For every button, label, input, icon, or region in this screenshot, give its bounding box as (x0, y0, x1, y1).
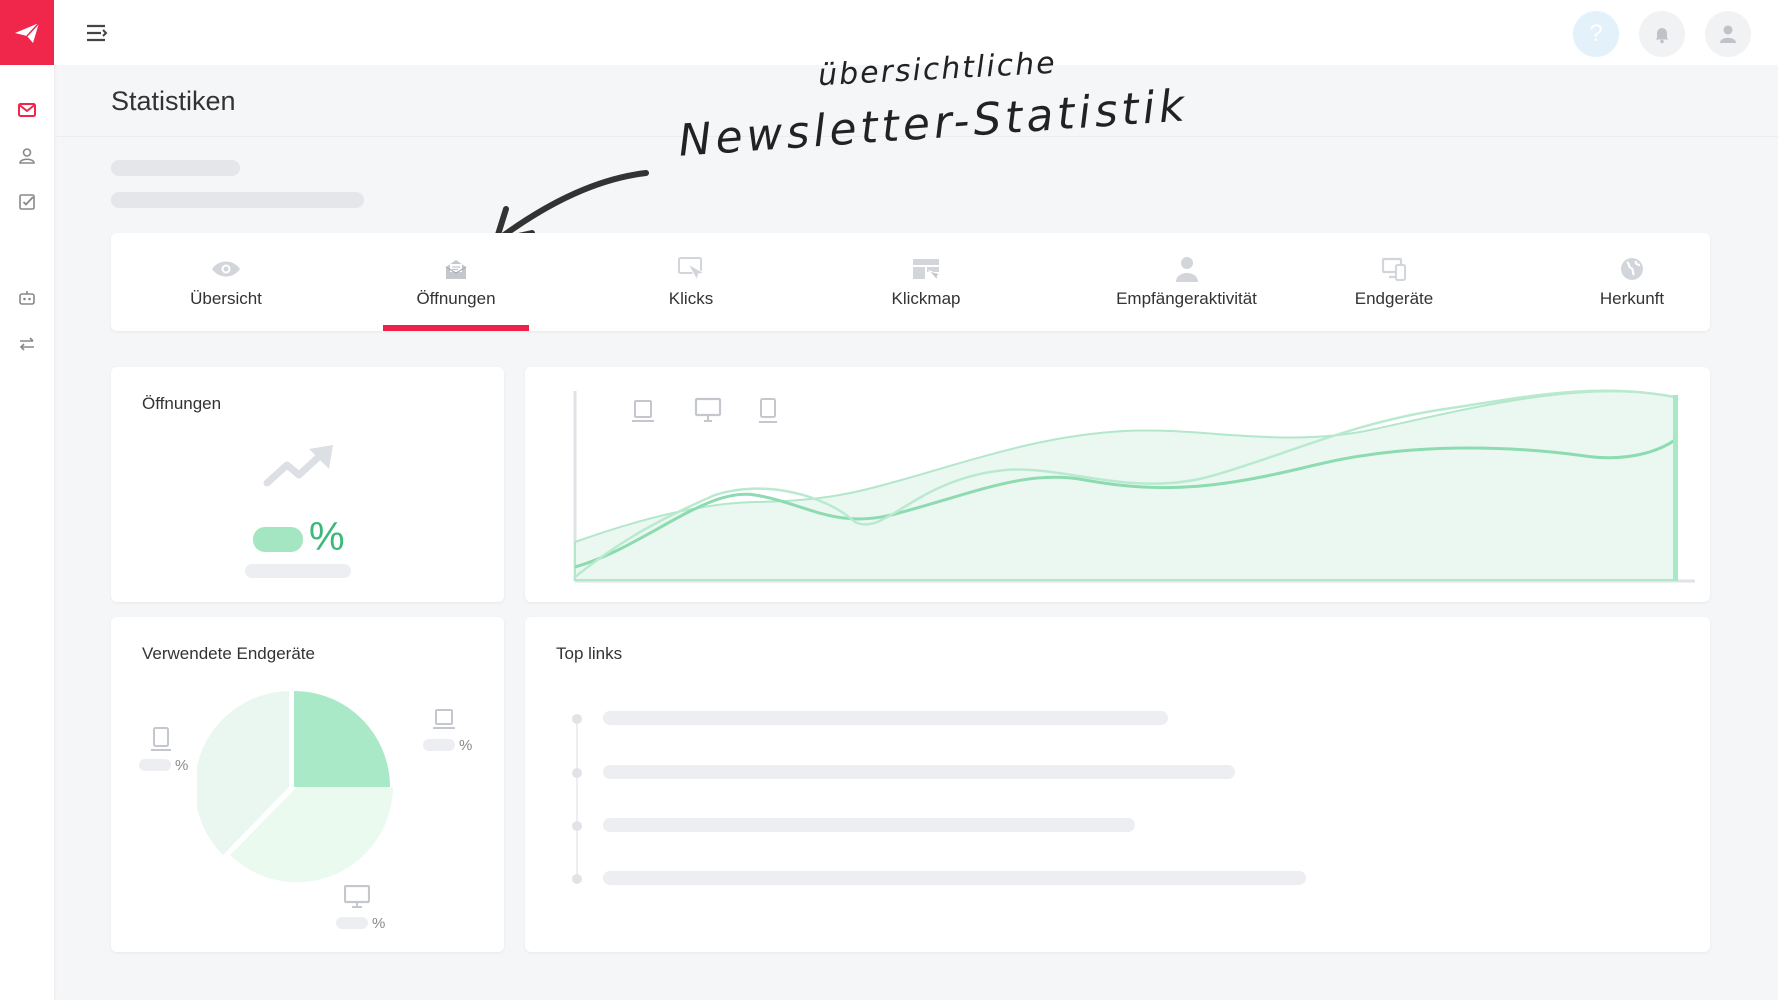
tab-label: Übersicht (190, 289, 262, 308)
sidebar-item-tasks[interactable] (0, 179, 54, 225)
tab-empfaengeraktivitaet[interactable]: Empfängeraktivität (1084, 233, 1289, 331)
account-button[interactable] (1705, 11, 1751, 57)
link-row-placeholder[interactable] (603, 871, 1306, 885)
device-percent-symbol: % (372, 915, 386, 932)
skeleton-line (111, 160, 240, 176)
tab-uebersicht[interactable]: Übersicht (166, 233, 286, 331)
tab-herkunft[interactable]: Herkunft (1582, 233, 1682, 331)
user-icon (19, 148, 35, 164)
openings-card: Öffnungen % (111, 367, 504, 602)
devices-card: Verwendete Endgeräte % % % (111, 617, 504, 952)
legend-desktop-icon (694, 397, 722, 422)
device-percent-placeholder (423, 739, 455, 751)
help-question-mark: ? (1589, 20, 1603, 47)
hamburger-menu-icon (87, 24, 108, 42)
help-button[interactable]: ? (1573, 11, 1619, 57)
openings-area-chart (573, 389, 1695, 583)
annotation-line-2: Newsletter-Statistik (676, 80, 1190, 167)
card-title: Top links (556, 644, 623, 663)
tab-label: Herkunft (1599, 289, 1665, 308)
devices-pie-chart (197, 691, 393, 883)
sidebar-item-mail[interactable] (0, 87, 54, 133)
tab-label: Öffnungen (416, 289, 496, 308)
percent-value-placeholder (253, 527, 303, 552)
skeleton-line (245, 564, 351, 578)
clickmap-icon (913, 259, 940, 281)
tab-label: Endgeräte (1354, 289, 1434, 308)
mobile-device-icon (151, 727, 171, 751)
legend-tablet-icon (632, 400, 654, 422)
person-icon (1175, 257, 1198, 282)
top-links-card: Top links (525, 617, 1710, 952)
mail-icon (18, 103, 36, 117)
open-mail-icon (445, 260, 467, 279)
tab-label: Klickmap (891, 289, 961, 308)
robot-icon (19, 291, 35, 305)
notifications-button[interactable] (1639, 11, 1685, 57)
app-logo[interactable] (0, 0, 54, 65)
device-percent-symbol: % (175, 757, 189, 774)
chart-vertical-marker (1673, 395, 1678, 581)
globe-icon (1621, 258, 1643, 280)
eye-icon (212, 261, 240, 277)
cursor-click-icon (678, 257, 705, 282)
tablet-device-icon (433, 709, 455, 729)
device-percent-placeholder (139, 759, 171, 771)
sidebar-item-automation[interactable] (0, 275, 54, 321)
tab-klickmap[interactable]: Klickmap (861, 233, 991, 331)
sidebar-item-sync[interactable] (0, 321, 54, 367)
user-avatar-icon (1720, 25, 1736, 43)
tab-label: Empfängeraktivität (1116, 289, 1257, 308)
card-title: Öffnungen (142, 394, 222, 413)
tab-label: Klicks (668, 289, 714, 308)
card-title: Verwendete Endgeräte (142, 644, 315, 663)
paper-plane-icon (15, 21, 40, 43)
legend-mobile-icon (759, 398, 777, 423)
menu-toggle-button[interactable] (84, 20, 110, 46)
trend-up-icon (263, 445, 333, 487)
skeleton-line (111, 192, 364, 208)
statistics-tabs: Übersicht Öffnungen Klicks Klickmap Empf… (111, 233, 1710, 331)
tab-endgeraete[interactable]: Endgeräte (1329, 233, 1459, 331)
checkbox-icon (19, 194, 35, 210)
tab-klicks[interactable]: Klicks (631, 233, 751, 331)
link-list-timeline (572, 714, 582, 884)
device-percent-placeholder (336, 917, 368, 929)
tab-oeffnungen[interactable]: Öffnungen (383, 233, 529, 331)
link-row-placeholder[interactable] (603, 711, 1168, 725)
bell-icon (1655, 28, 1669, 44)
openings-chart-card (525, 367, 1710, 602)
pie-slice-right (294, 691, 390, 787)
link-row-placeholder[interactable] (603, 818, 1135, 832)
devices-icon (1381, 257, 1406, 281)
transfer-arrows-icon (19, 337, 34, 351)
percent-symbol: % (309, 515, 345, 559)
sidebar (0, 0, 54, 1000)
desktop-device-icon (344, 885, 370, 908)
sidebar-item-contacts[interactable] (0, 133, 54, 179)
page-title: Statistiken (111, 86, 236, 116)
device-percent-symbol: % (459, 737, 473, 754)
link-row-placeholder[interactable] (603, 765, 1235, 779)
